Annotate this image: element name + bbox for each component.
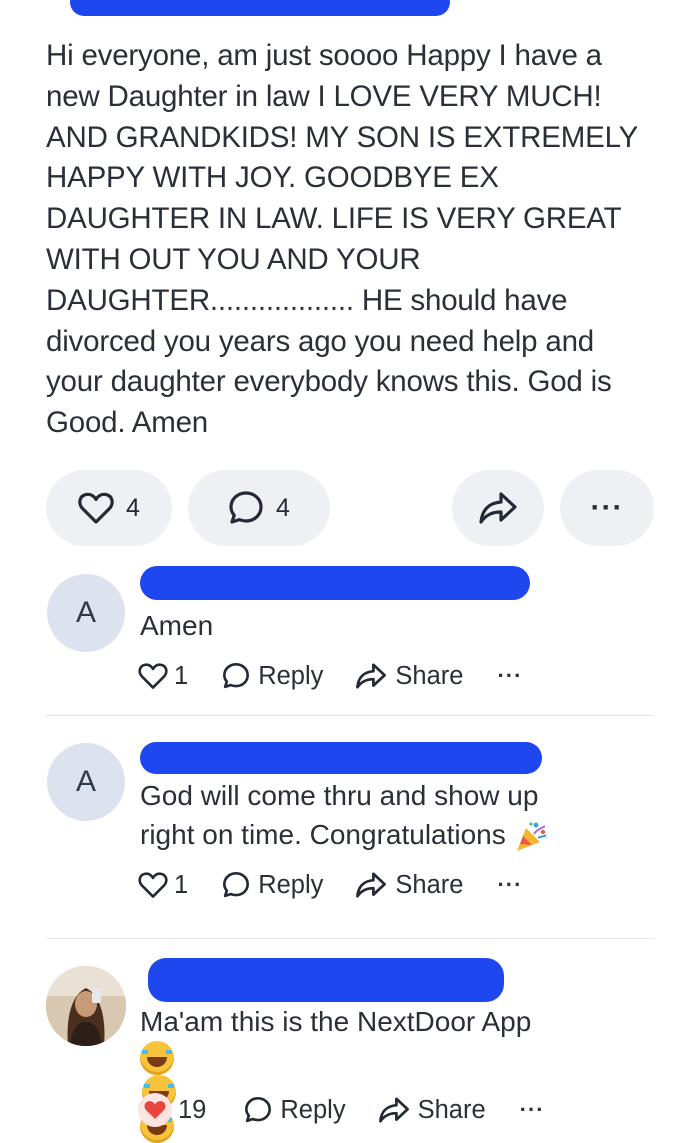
comment-like-button[interactable]: 1 xyxy=(138,662,188,691)
avatar[interactable]: A xyxy=(47,743,125,821)
post-line: WITH OUT YOU AND YOUR xyxy=(46,242,421,276)
post-line: divorced you years ago you need help and xyxy=(46,324,594,358)
post-line: AND GRANDKIDS! MY SON IS EXTREMELY xyxy=(46,120,639,154)
comment-actions: 19 Reply Share ··· xyxy=(138,1090,545,1130)
post-like-button[interactable]: 4 xyxy=(46,470,172,546)
share-label: Share xyxy=(395,870,464,899)
laughing-tears-emoji xyxy=(140,1041,174,1075)
comment-share-button[interactable]: Share xyxy=(355,662,463,691)
post-share-button[interactable] xyxy=(452,470,544,546)
reply-bubble-icon xyxy=(223,663,250,689)
comment-line-text: right on time. Congratulations xyxy=(140,819,506,850)
comment-text: Amen xyxy=(140,606,213,645)
comment-bubble-icon xyxy=(229,491,263,524)
post-more-button[interactable]: ··· xyxy=(560,470,654,546)
post-line: new Daughter in law I LOVE VERY MUCH! xyxy=(46,79,602,113)
reply-bubble-icon xyxy=(223,872,250,898)
share-label: Share xyxy=(395,661,464,690)
post-line: HAPPY WITH JOY. GOODBYE EX xyxy=(46,161,499,195)
heart-icon xyxy=(78,492,114,524)
heart-icon xyxy=(138,872,168,898)
heart-icon xyxy=(138,663,168,689)
reply-label: Reply xyxy=(280,1095,346,1124)
share-label: Share xyxy=(417,1095,486,1124)
redacted-commenter-name xyxy=(140,566,530,600)
comment-actions: 1 Reply Share ··· xyxy=(138,656,522,696)
avatar-letter: A xyxy=(75,596,96,629)
comment-reply-button[interactable]: Reply xyxy=(222,662,323,691)
comment-line: Amen xyxy=(140,610,214,641)
comment-like-count: 1 xyxy=(174,870,189,899)
share-arrow-icon xyxy=(378,1097,409,1123)
post-line: DAUGHTER.................. HE should hav… xyxy=(46,283,568,317)
comment-more-button[interactable]: ··· xyxy=(497,872,522,898)
comment-share-button[interactable]: Share xyxy=(378,1096,486,1125)
post-line: your daughter everybody knows this. God … xyxy=(46,365,612,399)
reply-label: Reply xyxy=(258,870,324,899)
avatar-photo[interactable] xyxy=(46,966,126,1046)
redacted-commenter-name xyxy=(148,958,504,1002)
post-line: DAUGHTER IN LAW. LIFE IS VERY GREAT xyxy=(46,202,622,236)
comment-line: right on time. Congratulations xyxy=(140,815,548,854)
comment-text: God will come thru and show up right on … xyxy=(140,776,548,854)
more-icon: ··· xyxy=(590,491,624,524)
reply-bubble-icon xyxy=(245,1097,272,1123)
comment-share-button[interactable]: Share xyxy=(355,871,463,900)
reply-label: Reply xyxy=(258,661,324,690)
comment-reply-button[interactable]: Reply xyxy=(222,871,323,900)
post-line: Good. Amen xyxy=(46,406,208,440)
heart-reaction-badge xyxy=(138,1093,172,1127)
share-arrow-icon xyxy=(356,872,387,898)
person-photo-icon xyxy=(46,966,126,1046)
divider xyxy=(46,715,654,716)
comment-like-button[interactable]: 1 xyxy=(138,871,188,900)
comment-more-button[interactable]: ··· xyxy=(520,1097,545,1123)
comment-like-count: 19 xyxy=(178,1095,207,1124)
avatar-letter: A xyxy=(75,765,96,798)
comment-more-button[interactable]: ··· xyxy=(497,663,522,689)
divider xyxy=(46,938,654,939)
post-body: Hi everyone, am just soooo Happy I have … xyxy=(46,36,656,444)
comment-like-count: 1 xyxy=(174,661,189,690)
comment-like-button[interactable]: 19 xyxy=(138,1093,206,1127)
share-arrow-icon xyxy=(356,663,387,689)
comment-actions: 1 Reply Share ··· xyxy=(138,865,522,905)
party-popper-icon xyxy=(516,822,547,851)
post-like-count: 4 xyxy=(126,493,140,522)
redacted-commenter-name xyxy=(140,742,542,774)
comment-line: God will come thru and show up xyxy=(140,780,539,811)
comment-line-text: Ma'am this is the NextDoor App xyxy=(140,1006,532,1037)
share-arrow-icon xyxy=(479,492,517,524)
post-comment-button[interactable]: 4 xyxy=(188,470,330,546)
post-line: Hi everyone, am just soooo Happy I have … xyxy=(46,39,602,72)
redacted-author-name xyxy=(70,0,450,16)
comment-reply-button[interactable]: Reply xyxy=(244,1095,346,1125)
avatar[interactable]: A xyxy=(47,574,125,652)
red-heart-icon xyxy=(144,1101,166,1120)
post-comment-count: 4 xyxy=(276,493,290,522)
